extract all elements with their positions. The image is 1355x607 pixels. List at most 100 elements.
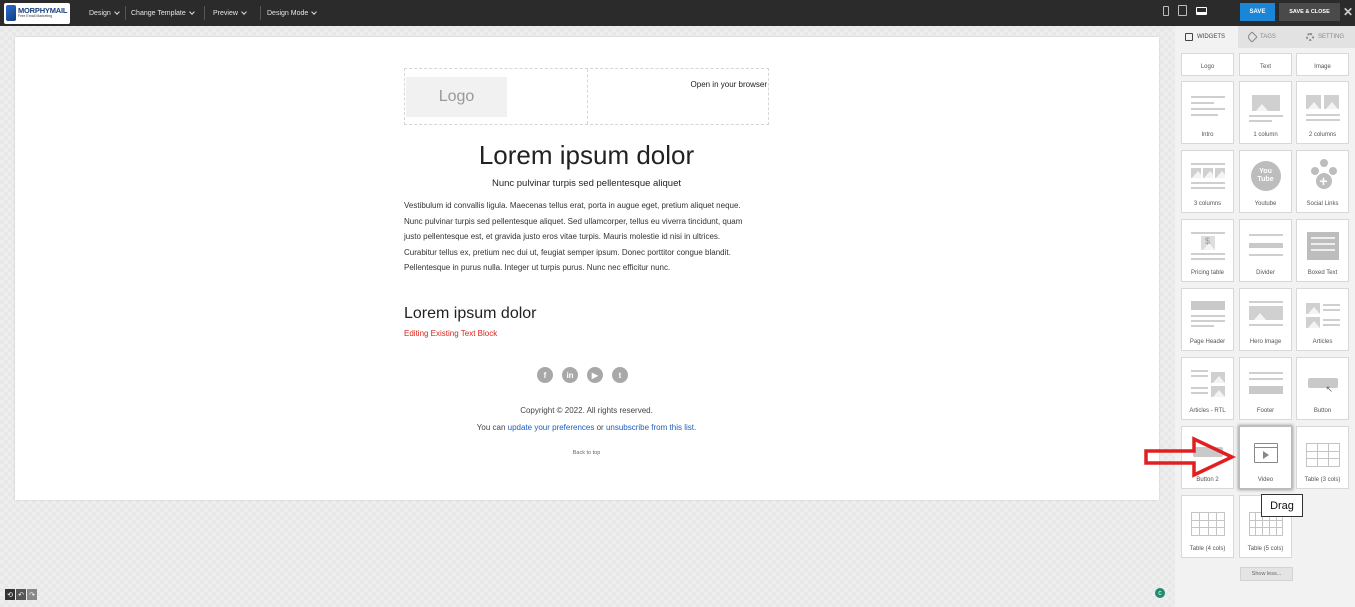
- save-button[interactable]: SAVE: [1240, 3, 1275, 21]
- widget-label: Boxed Text: [1307, 270, 1338, 276]
- widget-table-3-cols[interactable]: Table (3 cols): [1296, 426, 1349, 489]
- hero-image-icon: [1248, 301, 1283, 331]
- twitter-icon[interactable]: t: [612, 367, 628, 383]
- tab-tags[interactable]: TAGS: [1238, 26, 1296, 48]
- open-in-browser-link[interactable]: Open in your browser: [691, 80, 767, 89]
- widget-page-header[interactable]: Page Header: [1181, 288, 1234, 351]
- chevron-down-icon: [113, 9, 120, 15]
- close-icon[interactable]: ✕: [1343, 3, 1355, 21]
- gear-icon: [1306, 33, 1314, 41]
- linkedin-icon[interactable]: in: [562, 367, 578, 383]
- widget-label: Hero Image: [1249, 339, 1282, 345]
- body-line: Vestibulum id convallis ligula. Maecenas…: [404, 201, 741, 210]
- redo-icon[interactable]: ↷: [27, 589, 37, 600]
- email-body-text[interactable]: Vestibulum id convallis ligula. Maecenas…: [404, 198, 774, 276]
- email-subtitle[interactable]: Nunc pulvinar turpis sed pellentesque al…: [404, 178, 769, 189]
- widget-label: Button: [1313, 408, 1332, 414]
- widget-button[interactable]: ↖ Button: [1296, 357, 1349, 420]
- body-line: Pellentesque in purus nulla. Integer ut …: [404, 263, 671, 272]
- menu-change-template[interactable]: Change Template: [126, 6, 205, 20]
- widget-label: Intro: [1201, 132, 1214, 138]
- body-line: Curabitur tellus ex, pretium nec dui ut,…: [404, 247, 731, 257]
- youtube-icon: You Tube: [1249, 161, 1283, 193]
- back-to-top-link[interactable]: Back to top: [404, 450, 769, 456]
- menu-preview[interactable]: Preview: [205, 6, 261, 20]
- youtube-icon[interactable]: ▶: [587, 367, 603, 383]
- widget-intro[interactable]: Intro: [1181, 81, 1234, 144]
- widget-label: Page Header: [1189, 339, 1226, 345]
- widget-label: Articles - RTL: [1189, 408, 1226, 414]
- logo-placeholder[interactable]: Logo: [406, 77, 507, 117]
- history-icon[interactable]: ⟲: [5, 589, 15, 600]
- chevron-down-icon: [188, 9, 195, 15]
- panel-tabs: WIDGETS TAGS SETTING: [1175, 26, 1355, 48]
- widget-label: Logo: [1200, 64, 1215, 70]
- email-heading2[interactable]: Lorem ipsum dolor: [404, 305, 537, 323]
- desktop-view-icon[interactable]: [1196, 6, 1207, 15]
- page-header-icon: [1190, 301, 1225, 331]
- widget-boxed-text[interactable]: Boxed Text: [1296, 219, 1349, 282]
- widget-label: Youtube: [1254, 201, 1277, 207]
- main-menu: Design Change Template Preview Design Mo…: [82, 6, 322, 20]
- save-close-button[interactable]: SAVE & CLOSE: [1279, 3, 1340, 21]
- widget-label: Social Links: [1306, 201, 1339, 207]
- widget-label: 1 column: [1253, 132, 1278, 138]
- boxed-text-icon: [1306, 232, 1340, 262]
- widget-label: Footer: [1256, 408, 1275, 414]
- unsubscribe-link[interactable]: unsubscribe from this list: [606, 423, 694, 432]
- body-line: Nunc pulvinar turpis sed pellentesque al…: [404, 216, 743, 226]
- widget-two-columns[interactable]: 2 columns: [1296, 81, 1349, 144]
- device-switcher: [1163, 5, 1207, 16]
- widget-text[interactable]: Text: [1239, 53, 1292, 76]
- widget-footer[interactable]: Footer: [1239, 357, 1292, 420]
- chevron-down-icon: [311, 9, 318, 15]
- widget-logo[interactable]: Logo: [1181, 53, 1234, 76]
- email-header-block[interactable]: Logo Open in your browser: [404, 68, 769, 125]
- articles-rtl-icon: [1190, 370, 1225, 400]
- widget-label: Table (3 cols): [1304, 477, 1341, 483]
- intro-icon: [1190, 94, 1225, 124]
- top-toolbar: MORPHYMAIL Free Email Marketing Design C…: [0, 0, 1355, 26]
- brand-mark-icon: [6, 5, 16, 21]
- tablet-view-icon[interactable]: [1178, 5, 1187, 16]
- widget-video[interactable]: Video: [1239, 426, 1292, 489]
- email-title[interactable]: Lorem ipsum dolor: [404, 140, 769, 171]
- preferences-text: You can update your preferences or unsub…: [476, 423, 697, 432]
- red-arrow-annotation: [1144, 436, 1236, 478]
- header-divider: [587, 69, 588, 124]
- mobile-view-icon[interactable]: [1163, 5, 1169, 16]
- widget-hero-image[interactable]: Hero Image: [1239, 288, 1292, 351]
- facebook-icon[interactable]: f: [537, 367, 553, 383]
- menu-design[interactable]: Design: [82, 6, 126, 20]
- brand-logo[interactable]: MORPHYMAIL Free Email Marketing: [4, 2, 70, 24]
- undo-icon[interactable]: ↶: [16, 589, 26, 600]
- tag-icon: [1246, 31, 1258, 43]
- show-less-button[interactable]: Show less...: [1240, 567, 1293, 581]
- widget-youtube[interactable]: You Tube Youtube: [1239, 150, 1292, 213]
- social-links-icon: +: [1306, 159, 1340, 193]
- widget-table-4-cols[interactable]: Table (4 cols): [1181, 495, 1234, 558]
- tab-widgets[interactable]: WIDGETS: [1175, 26, 1238, 48]
- help-icon[interactable]: c: [1155, 588, 1165, 598]
- bottom-tools: ⟲ ↶ ↷: [5, 589, 37, 600]
- widget-three-columns[interactable]: 3 columns: [1181, 150, 1234, 213]
- widget-label: Pricing table: [1190, 270, 1225, 276]
- widget-articles-rtl[interactable]: Articles - RTL: [1181, 357, 1234, 420]
- widget-divider[interactable]: Divider: [1239, 219, 1292, 282]
- tab-settings[interactable]: SETTING: [1296, 26, 1344, 48]
- widget-social-links[interactable]: + Social Links: [1296, 150, 1349, 213]
- two-columns-icon: [1305, 94, 1340, 124]
- articles-icon: [1305, 301, 1340, 331]
- menu-design-mode[interactable]: Design Mode: [261, 6, 322, 20]
- widget-label: 3 columns: [1193, 201, 1222, 207]
- widget-articles[interactable]: Articles: [1296, 288, 1349, 351]
- widget-one-column[interactable]: 1 column: [1239, 81, 1292, 144]
- update-preferences-link[interactable]: update your preferences: [508, 423, 595, 432]
- email-canvas: Logo Open in your browser Lorem ipsum do…: [15, 37, 1159, 500]
- body-line: justo pellentesque est, et gravida justo…: [404, 232, 721, 241]
- widget-image[interactable]: Image: [1296, 53, 1349, 76]
- widget-label: 2 columns: [1308, 132, 1337, 138]
- footer-icon: [1248, 370, 1283, 400]
- widget-label: Image: [1314, 64, 1331, 70]
- widget-pricing-table[interactable]: $ Pricing table: [1181, 219, 1234, 282]
